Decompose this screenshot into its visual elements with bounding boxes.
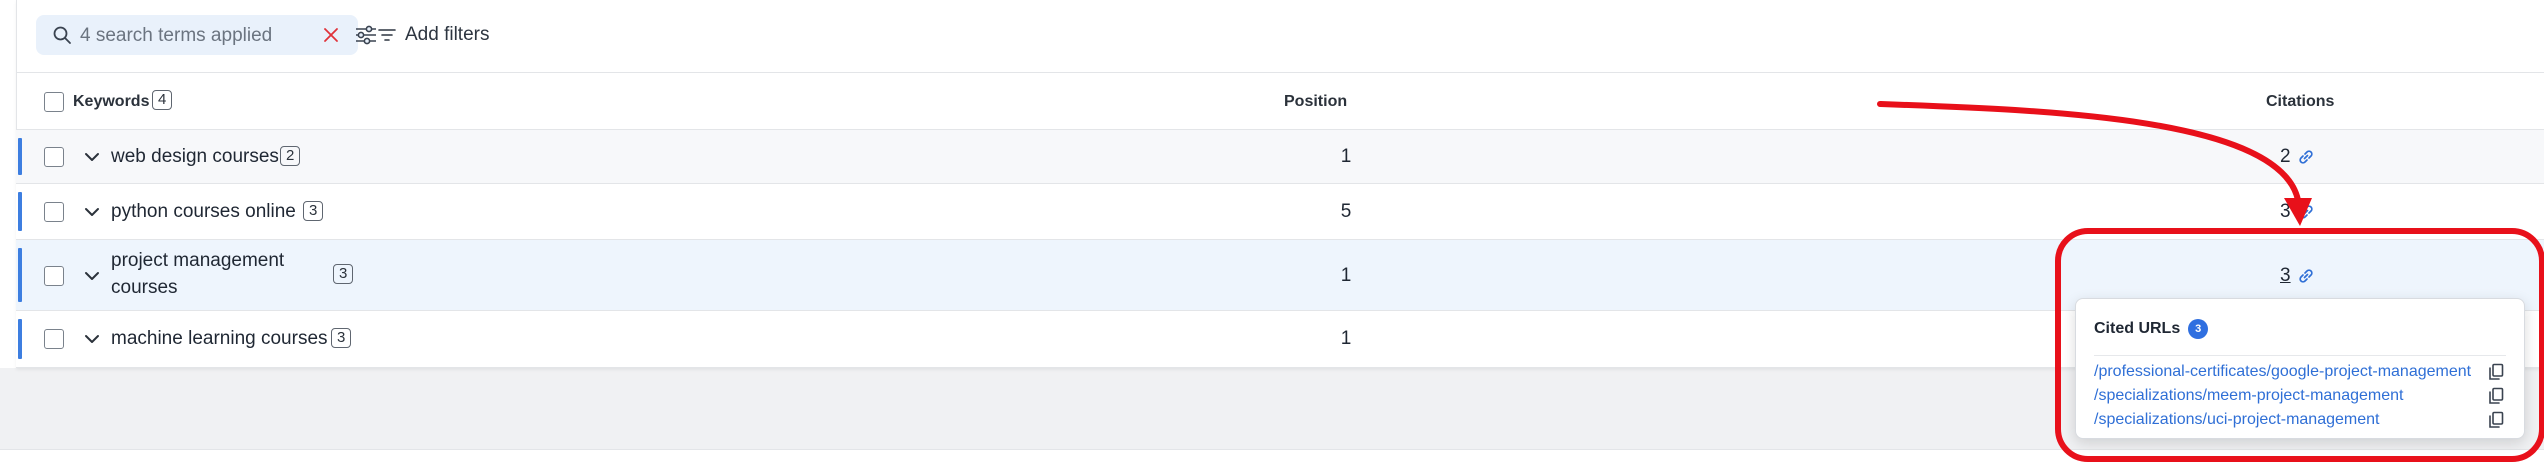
select-all-checkbox[interactable]: [44, 92, 64, 112]
citations-value: 3: [2280, 201, 2291, 222]
keywords-header[interactable]: Keywords: [73, 93, 149, 111]
cited-url-link[interactable]: /professional-certificates/google-projec…: [2094, 363, 2471, 381]
link-icon[interactable]: [2297, 148, 2315, 166]
keyword-count-badge: 3: [303, 201, 324, 221]
filter-lines-icon: [378, 29, 396, 41]
tune-sliders-icon[interactable]: [354, 24, 378, 46]
link-icon[interactable]: [2297, 267, 2315, 285]
search-input[interactable]: 4 search terms applied: [80, 25, 272, 47]
row-marker: [18, 138, 22, 175]
row-marker: [18, 192, 22, 231]
keyword-count-badge: 3: [333, 264, 354, 284]
citations-cell[interactable]: 2: [2280, 146, 2315, 168]
search-box[interactable]: 4 search terms applied: [36, 15, 376, 55]
popover-title-text: Cited URLs: [2094, 320, 2181, 337]
row-checkbox[interactable]: [44, 329, 64, 349]
row-marker: [18, 248, 22, 302]
popover-divider: [2094, 355, 2506, 356]
keywords-count-badge: 4: [152, 90, 173, 110]
keyword-text: machine learning courses: [111, 328, 328, 349]
keyword-text-line2: courses: [111, 277, 178, 298]
table-header: Keywords 4 Position Citations: [16, 73, 2544, 130]
position-header[interactable]: Position: [1284, 93, 1347, 111]
position-value: 5: [1340, 201, 1352, 222]
search-icon: [53, 26, 71, 44]
copy-icon[interactable]: [2488, 411, 2504, 429]
clear-x-icon[interactable]: [321, 25, 341, 45]
chevron-down-icon[interactable]: [84, 152, 100, 162]
chevron-down-icon[interactable]: [84, 271, 100, 281]
row-marker: [18, 319, 22, 359]
table-row[interactable]: web design courses 2 1 2: [16, 130, 2544, 184]
position-value: 1: [1340, 328, 1352, 349]
page: 4 search terms applied Add filters Keywo…: [0, 0, 2544, 464]
table-row[interactable]: python courses online 3 5 3: [16, 184, 2544, 240]
popover-count-badge: 3: [2188, 319, 2209, 339]
copy-icon[interactable]: [2488, 387, 2504, 405]
citations-value: 3: [2280, 265, 2291, 286]
add-filters-button[interactable]: Add filters: [378, 22, 489, 48]
row-checkbox[interactable]: [44, 147, 64, 167]
cited-urls-popover: Cited URLs 3 /professional-certificates/…: [2075, 298, 2525, 439]
cited-url-link[interactable]: /specializations/meem-project-management: [2094, 387, 2403, 405]
citations-header[interactable]: Citations: [2266, 93, 2334, 111]
position-value: 1: [1340, 265, 1352, 286]
chevron-down-icon[interactable]: [84, 334, 100, 344]
row-checkbox[interactable]: [44, 266, 64, 286]
keyword-count-badge: 3: [331, 328, 352, 348]
popover-title: Cited URLs 3: [2094, 319, 2209, 339]
chevron-down-icon[interactable]: [84, 207, 100, 217]
keyword-text: python courses online: [111, 201, 296, 222]
link-icon[interactable]: [2297, 203, 2315, 221]
citations-cell[interactable]: 3: [2280, 201, 2315, 223]
citations-value: 2: [2280, 146, 2291, 167]
keyword-count-badge: 2: [280, 146, 301, 166]
position-value: 1: [1340, 146, 1352, 167]
keyword-text-line1: project management: [111, 250, 285, 271]
citations-cell[interactable]: 3: [2280, 265, 2315, 287]
cited-url-link[interactable]: /specializations/uci-project-management: [2094, 411, 2379, 429]
row-checkbox[interactable]: [44, 202, 64, 222]
add-filters-label: Add filters: [405, 24, 490, 45]
copy-icon[interactable]: [2488, 363, 2504, 381]
keyword-text: web design courses: [111, 146, 279, 167]
